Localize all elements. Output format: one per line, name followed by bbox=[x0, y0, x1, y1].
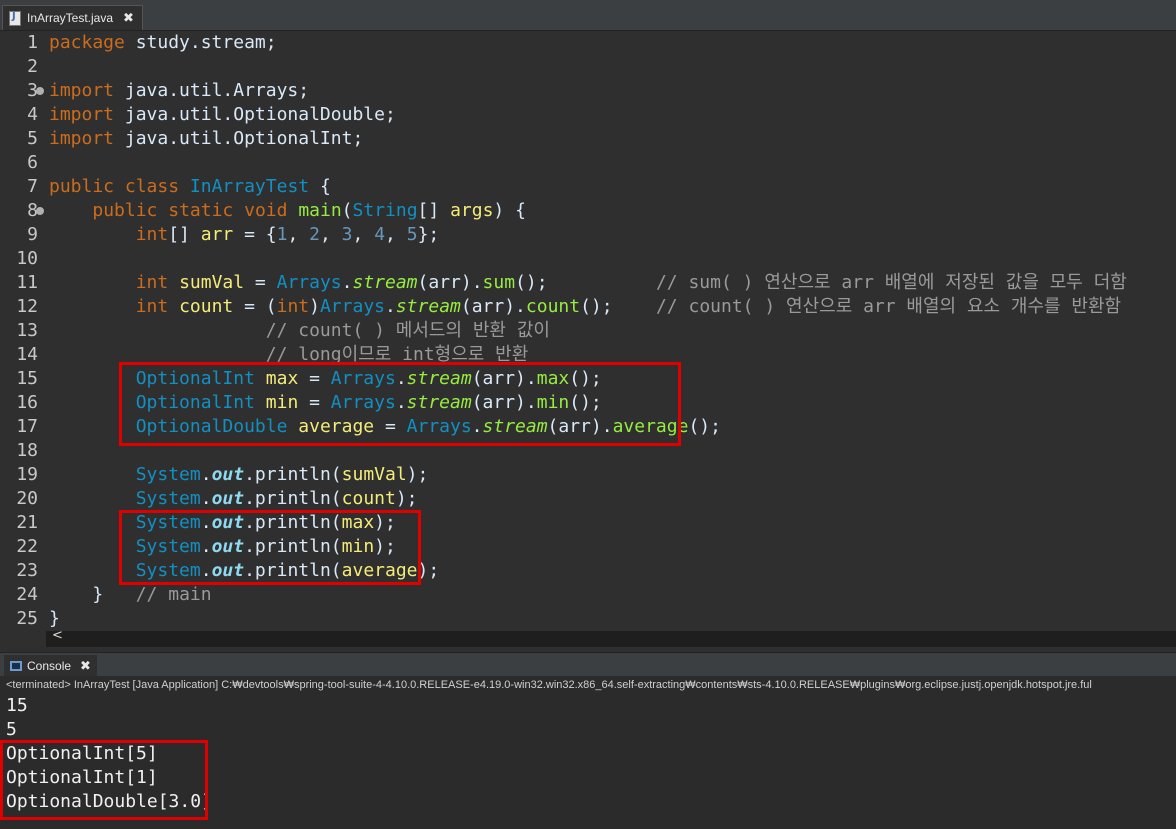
code-line-13: // count( ) 메서드의 반환 값이 bbox=[265, 320, 550, 341]
line-number: 4 bbox=[27, 104, 38, 125]
code-line-7: public class InArrayTest { bbox=[49, 176, 331, 197]
line-number: 8 bbox=[27, 200, 38, 221]
line-number: 5 bbox=[27, 128, 38, 149]
line-number: 16 bbox=[16, 392, 38, 413]
line-number: 13 bbox=[16, 320, 38, 341]
code-line-8: public static void main(String[] args) { bbox=[92, 200, 526, 221]
line-number: 18 bbox=[16, 440, 38, 461]
console-output[interactable]: 15 5 OptionalInt[5] OptionalInt[1] Optio… bbox=[0, 694, 1176, 829]
line-number: 20 bbox=[16, 488, 38, 509]
code-line-19: System.out.println(sumVal); bbox=[135, 464, 429, 485]
line-number: 3 bbox=[27, 80, 38, 101]
line-number: 6 bbox=[27, 152, 38, 173]
code-line-5: import java.util.OptionalInt; bbox=[49, 128, 364, 149]
line-number: 1 bbox=[27, 32, 38, 53]
line-number: 17 bbox=[16, 416, 38, 437]
code-line-1: package study.stream; bbox=[49, 32, 277, 53]
tab-console[interactable]: Console ✖ bbox=[4, 655, 97, 677]
line-number: 7 bbox=[27, 176, 38, 197]
code-line-24: } // main bbox=[92, 584, 212, 605]
highlight-box-optional-declarations bbox=[119, 362, 681, 446]
line-number: 21 bbox=[16, 512, 38, 533]
editor-tab-inarraytest[interactable]: InArrayTest.java ✖ bbox=[2, 5, 143, 30]
code-line-20: System.out.println(count); bbox=[135, 488, 418, 509]
scroll-left-icon[interactable]: < bbox=[52, 628, 63, 643]
line-number: 24 bbox=[16, 584, 38, 605]
line-number: 25 bbox=[16, 608, 38, 629]
console-line: 15 bbox=[6, 695, 28, 716]
console-tab-bar: Console ✖ bbox=[0, 652, 1176, 677]
code-line-3: import java.util.Arrays; bbox=[49, 80, 310, 101]
console-status-line: <terminated> InArrayTest [Java Applicati… bbox=[0, 676, 1176, 694]
close-icon[interactable]: ✖ bbox=[80, 659, 91, 674]
line-number: 19 bbox=[16, 464, 38, 485]
console-icon bbox=[10, 661, 22, 671]
line-number: 22 bbox=[16, 536, 38, 557]
line-number: 23 bbox=[16, 560, 38, 581]
code-line-11: int sumVal = Arrays.stream(arr).sum(); /… bbox=[135, 272, 1127, 293]
line-number: 10 bbox=[16, 248, 38, 269]
horizontal-scrollbar[interactable]: < bbox=[46, 628, 1176, 647]
line-number: 15 bbox=[16, 368, 38, 389]
line-number: 2 bbox=[27, 56, 38, 77]
line-number: 14 bbox=[16, 344, 38, 365]
close-icon[interactable]: ✖ bbox=[123, 11, 134, 26]
console-line: 5 bbox=[6, 719, 17, 740]
line-number: 12 bbox=[16, 296, 38, 317]
highlight-box-console-output bbox=[0, 740, 208, 820]
code-line-12: int count = (int)Arrays.stream(arr).coun… bbox=[135, 296, 1122, 317]
java-file-icon bbox=[9, 10, 21, 26]
line-number: 11 bbox=[16, 272, 38, 293]
code-editor[interactable]: 1 2 3 4 5 6 7 8 9 10 11 12 13 14 15 16 1… bbox=[0, 31, 1176, 631]
highlight-box-println-calls bbox=[119, 510, 421, 585]
code-line-9: int[] arr = {1, 2, 3, 4, 5}; bbox=[135, 224, 440, 245]
code-line-4: import java.util.OptionalDouble; bbox=[49, 104, 396, 125]
console-tab-label: Console bbox=[27, 659, 72, 673]
fold-marker-icon[interactable] bbox=[36, 207, 44, 215]
line-number: 9 bbox=[27, 224, 38, 245]
line-number-gutter: 1 2 3 4 5 6 7 8 9 10 11 12 13 14 15 16 1… bbox=[0, 31, 44, 631]
fold-marker-icon[interactable] bbox=[36, 87, 44, 95]
editor-tab-label: InArrayTest.java bbox=[27, 11, 114, 25]
editor-tab-bar: InArrayTest.java ✖ bbox=[0, 0, 1176, 31]
